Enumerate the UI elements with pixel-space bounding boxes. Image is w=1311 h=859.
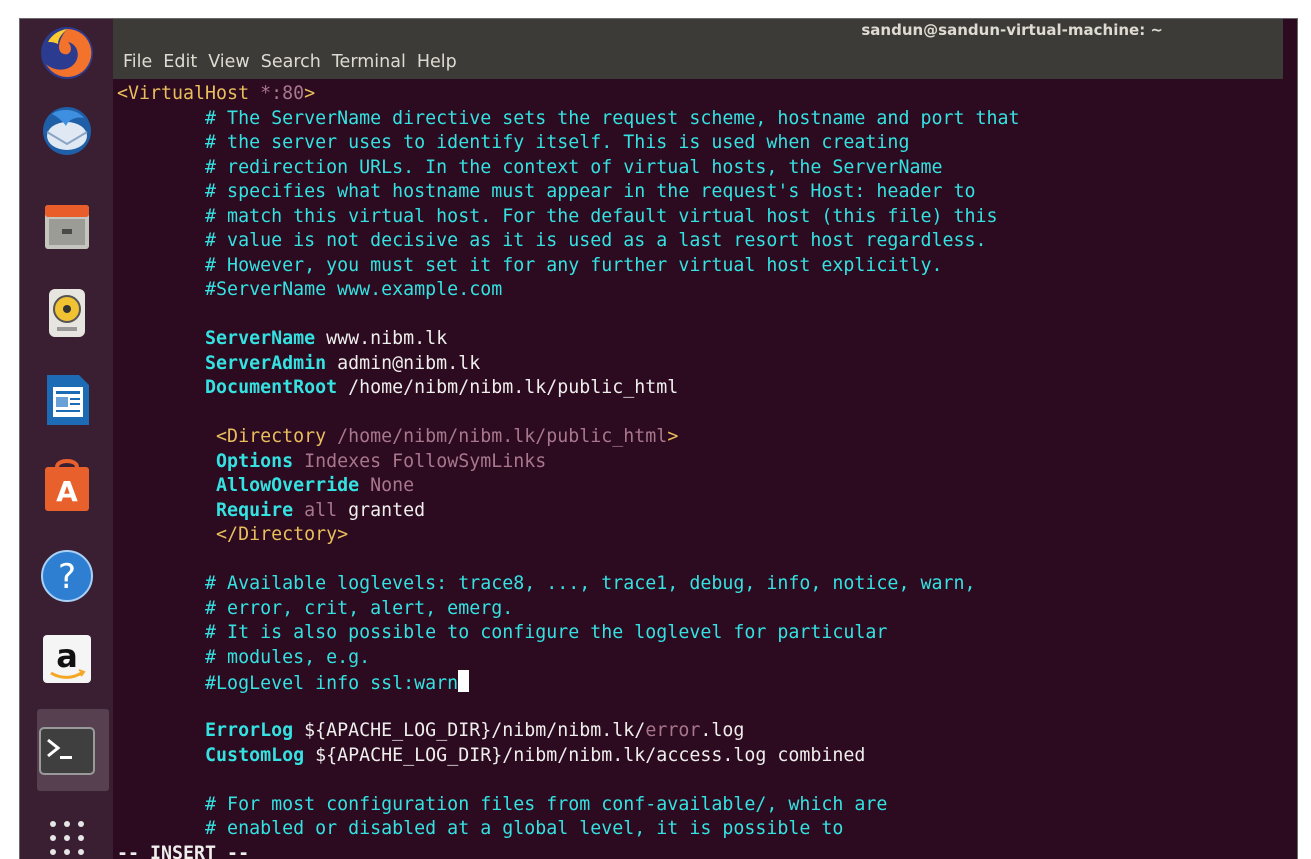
help-icon[interactable]: ? bbox=[37, 546, 97, 606]
app-grid-icon[interactable] bbox=[37, 809, 97, 859]
comment-line: #ServerName www.example.com bbox=[117, 279, 503, 300]
directive-line: ServerName www.nibm.lk bbox=[117, 327, 447, 352]
directive-value: ${APACHE_LOG_DIR}/nibm/nibm.lk/access.lo… bbox=[304, 745, 866, 766]
directive-key: Options bbox=[117, 451, 294, 472]
comment-line: # error, crit, alert, emerg. bbox=[117, 598, 514, 619]
directive-value: /home/nibm/nibm.lk/public_html bbox=[337, 377, 679, 398]
comment-line: # modules, e.g. bbox=[117, 647, 371, 668]
cursor-line[interactable]: #LogLevel info ssl:warn bbox=[117, 670, 470, 697]
editor-line: <VirtualHost *:80> bbox=[117, 82, 315, 107]
comment-line: # However, you must set it for any furth… bbox=[117, 255, 943, 276]
comment-line: # The ServerName directive sets the requ… bbox=[117, 108, 1020, 129]
terminal-titlebar[interactable]: sandun@sandun-virtual-machine: ~ File Ed… bbox=[113, 19, 1283, 79]
svg-text:?: ? bbox=[58, 557, 76, 597]
comment-line: # specifies what hostname must appear in… bbox=[117, 181, 976, 202]
directive-key: AllowOverride bbox=[117, 475, 360, 496]
directive-key: ServerName bbox=[117, 328, 316, 349]
thunderbird-icon[interactable] bbox=[37, 101, 97, 161]
menu-help[interactable]: Help bbox=[417, 52, 457, 72]
directory-open-line: <Directory /home/nibm/nibm.lk/public_htm… bbox=[117, 425, 678, 450]
comment-line: # For most configuration files from conf… bbox=[117, 794, 888, 815]
tag-attr: /home/nibm/nibm.lk/public_html bbox=[326, 426, 668, 447]
text-cursor bbox=[458, 670, 470, 692]
directive-value: Indexes FollowSymLinks bbox=[293, 451, 547, 472]
comment-line: # Available loglevels: trace8, ..., trac… bbox=[117, 573, 976, 594]
directive-key: ServerAdmin bbox=[117, 353, 327, 374]
comment-line: # It is also possible to configure the l… bbox=[117, 622, 888, 643]
menu-bar: File Edit View Search Terminal Help bbox=[123, 52, 468, 72]
directive-value: None bbox=[359, 475, 415, 496]
directive-key: DocumentRoot bbox=[117, 377, 338, 398]
tag-attr: *:80 bbox=[249, 83, 305, 104]
directive-line: AllowOverride None bbox=[117, 474, 414, 499]
comment-line: # enabled or disabled at a global level,… bbox=[117, 818, 844, 839]
tag-text: <VirtualHost bbox=[117, 83, 250, 104]
directory-close-line: </Directory> bbox=[117, 524, 349, 545]
terminal-editor[interactable]: <VirtualHost *:80> # The ServerName dire… bbox=[113, 79, 1283, 859]
amazon-icon[interactable]: a bbox=[37, 629, 97, 689]
screen: A ? a sandun@sandun-virtual-machine: ~ F… bbox=[19, 18, 1298, 859]
svg-text:A: A bbox=[56, 475, 78, 508]
menu-view[interactable]: View bbox=[208, 52, 250, 72]
directive-value: www.nibm.lk bbox=[315, 328, 448, 349]
directive-value: .log bbox=[700, 720, 745, 741]
files-icon[interactable] bbox=[37, 197, 97, 257]
software-center-icon[interactable]: A bbox=[37, 455, 97, 515]
directive-value: admin@nibm.lk bbox=[326, 353, 481, 374]
menu-edit[interactable]: Edit bbox=[163, 52, 197, 72]
tag-text: <Directory bbox=[117, 426, 327, 447]
directive-value: all bbox=[293, 500, 338, 521]
rhythmbox-icon[interactable] bbox=[37, 283, 97, 343]
directive-key: ErrorLog bbox=[117, 720, 294, 741]
directive-value: granted bbox=[337, 500, 426, 521]
comment-text: #LogLevel info ssl:warn bbox=[117, 673, 459, 694]
comment-line: # match this virtual host. For the defau… bbox=[117, 206, 998, 227]
mode-indicator: -- INSERT -- bbox=[117, 843, 250, 859]
directive-line: CustomLog ${APACHE_LOG_DIR}/nibm/nibm.lk… bbox=[117, 744, 865, 769]
tag-text: > bbox=[667, 426, 679, 447]
directive-key: Require bbox=[117, 500, 294, 521]
comment-line: # redirection URLs. In the context of vi… bbox=[117, 157, 943, 178]
directive-line: ErrorLog ${APACHE_LOG_DIR}/nibm/nibm.lk/… bbox=[117, 719, 744, 744]
directive-key: CustomLog bbox=[117, 745, 305, 766]
window-title: sandun@sandun-virtual-machine: ~ bbox=[861, 21, 1163, 39]
directive-value: ${APACHE_LOG_DIR}/nibm/nibm.lk/ bbox=[293, 720, 646, 741]
directive-line: Options Indexes FollowSymLinks bbox=[117, 450, 546, 475]
firefox-icon[interactable] bbox=[37, 23, 97, 83]
menu-file[interactable]: File bbox=[123, 52, 152, 72]
directive-line: DocumentRoot /home/nibm/nibm.lk/public_h… bbox=[117, 376, 678, 401]
directive-line: Require all granted bbox=[117, 499, 425, 524]
directive-value: error bbox=[645, 720, 701, 741]
menu-search[interactable]: Search bbox=[261, 52, 321, 72]
svg-text:a: a bbox=[56, 637, 78, 675]
directive-line: ServerAdmin admin@nibm.lk bbox=[117, 352, 480, 377]
menu-terminal[interactable]: Terminal bbox=[332, 52, 406, 72]
tag-text: > bbox=[304, 83, 316, 104]
terminal-icon[interactable] bbox=[37, 721, 97, 781]
comment-line: # the server uses to identify itself. Th… bbox=[117, 132, 910, 153]
dock: A ? a bbox=[20, 19, 113, 859]
writer-icon[interactable] bbox=[37, 369, 97, 429]
comment-line: # value is not decisive as it is used as… bbox=[117, 230, 987, 251]
